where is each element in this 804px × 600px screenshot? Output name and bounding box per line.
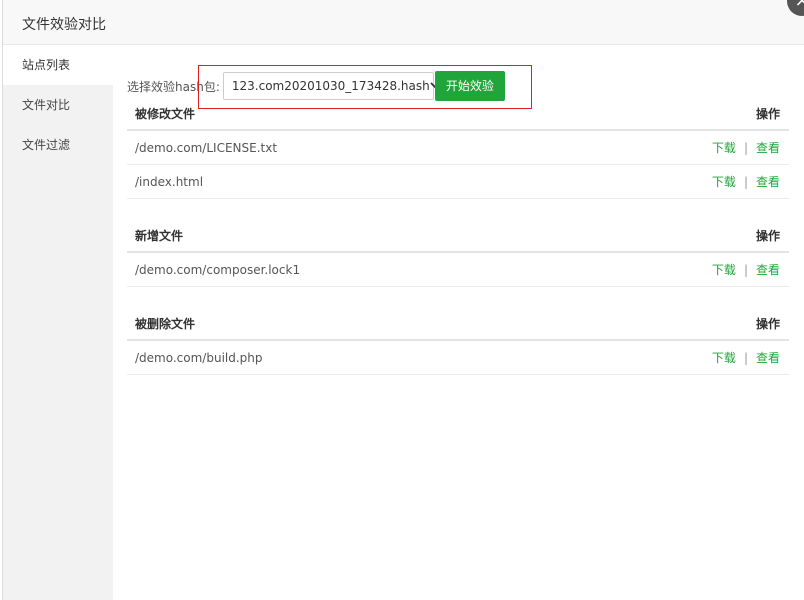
action-separator: | — [743, 350, 748, 365]
view-link[interactable]: 查看 — [756, 139, 780, 156]
start-verify-button[interactable]: 开始效验 — [434, 71, 505, 101]
sidebar-item-file-compare[interactable]: 文件对比 — [3, 85, 113, 125]
sidebar-item-site-list[interactable]: 站点列表 — [3, 45, 113, 85]
deleted-files-section: 被删除文件 操作 /demo.com/build.php 下载 | 查看 — [127, 315, 789, 375]
view-link[interactable]: 查看 — [756, 261, 780, 278]
section-header: 新增文件 操作 — [127, 227, 789, 253]
section-header: 被修改文件 操作 — [127, 105, 789, 131]
file-path: /demo.com/LICENSE.txt — [135, 140, 278, 155]
view-link[interactable]: 查看 — [756, 349, 780, 366]
added-files-section: 新增文件 操作 /demo.com/composer.lock1 下载 | 查看 — [127, 227, 789, 287]
table-row: /demo.com/build.php 下载 | 查看 — [127, 341, 789, 375]
file-path: /index.html — [135, 174, 204, 189]
dialog-header: 文件效验对比 — [3, 0, 804, 45]
section-header: 被删除文件 操作 — [127, 315, 789, 341]
hash-select[interactable]: 123.com20201030_173428.hash — [222, 72, 440, 100]
download-link[interactable]: 下载 — [712, 139, 736, 156]
file-verify-dialog: 文件效验对比 站点列表 文件对比 文件过滤 选择效验hash包: 123.com… — [2, 0, 804, 600]
view-link[interactable]: 查看 — [756, 173, 780, 190]
table-row: /demo.com/LICENSE.txt 下载 | 查看 — [127, 131, 789, 165]
dialog-title: 文件效验对比 — [22, 17, 106, 33]
download-link[interactable]: 下载 — [712, 349, 736, 366]
op-column-header: 操作 — [755, 107, 780, 121]
download-link[interactable]: 下载 — [712, 261, 736, 278]
op-column-header: 操作 — [755, 229, 780, 243]
row-actions: 下载 | 查看 — [712, 349, 780, 366]
action-separator: | — [743, 262, 748, 277]
section-title: 被修改文件 — [135, 107, 196, 121]
action-separator: | — [743, 174, 748, 189]
table-row: /demo.com/composer.lock1 下载 | 查看 — [127, 253, 789, 287]
main-panel: 选择效验hash包: 123.com20201030_173428.hash 开… — [113, 45, 804, 600]
hash-select-row: 选择效验hash包: 123.com20201030_173428.hash 开… — [127, 71, 505, 101]
file-path: /demo.com/build.php — [135, 350, 263, 365]
hash-select-label: 选择效验hash包: — [127, 79, 220, 94]
row-actions: 下载 | 查看 — [712, 261, 780, 278]
row-actions: 下载 | 查看 — [712, 173, 780, 190]
table-row: /index.html 下载 | 查看 — [127, 165, 789, 199]
section-title: 被删除文件 — [135, 317, 196, 331]
row-actions: 下载 | 查看 — [712, 139, 780, 156]
hash-select-value: 123.com20201030_173428.hash — [231, 79, 430, 93]
section-title: 新增文件 — [135, 229, 184, 243]
sidebar: 站点列表 文件对比 文件过滤 — [3, 45, 113, 600]
op-column-header: 操作 — [755, 317, 780, 331]
download-link[interactable]: 下载 — [712, 173, 736, 190]
sidebar-item-file-filter[interactable]: 文件过滤 — [3, 125, 113, 165]
modified-files-section: 被修改文件 操作 /demo.com/LICENSE.txt 下载 | 查看 /… — [127, 105, 789, 199]
file-path: /demo.com/composer.lock1 — [135, 262, 301, 277]
action-separator: | — [743, 140, 748, 155]
